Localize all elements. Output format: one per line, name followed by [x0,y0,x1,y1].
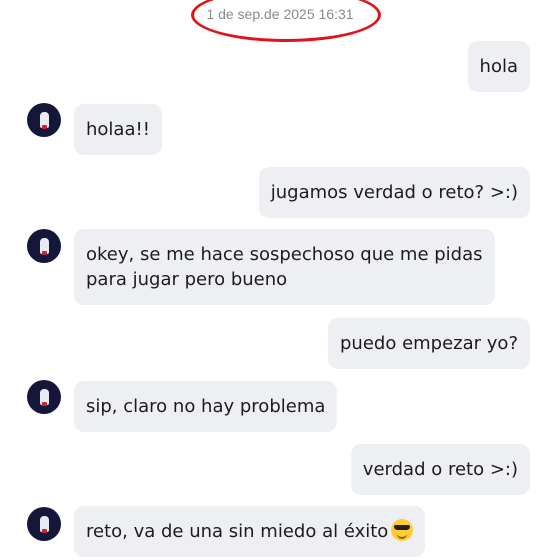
message-text-line: para jugar pero bueno [86,269,288,290]
message-text: puedo empezar yo? [340,333,518,354]
contact-avatar[interactable] [27,103,61,137]
contact-avatar[interactable] [27,229,61,263]
message-text: hola [479,56,518,77]
message-text: sip, claro no hay problema [86,396,326,417]
message-text: jugamos verdad o reto? >:) [270,182,518,203]
red-highlight-circle [191,0,381,42]
message-text: holaa!! [86,119,150,140]
contact-avatar[interactable] [27,380,61,414]
message-bubble-sent[interactable]: jugamos verdad o reto? >:) [258,167,530,218]
message-text: reto, va de una sin miedo al éxito [86,521,389,542]
message-bubble-sent[interactable]: puedo empezar yo? [328,318,530,369]
message-bubble-received[interactable]: okey, se me hace sospechoso que me pidas… [74,229,495,305]
message-bubble-received[interactable]: holaa!! [74,104,162,155]
contact-avatar[interactable] [27,507,61,541]
message-text-line: okey, se me hace sospechoso que me pidas [86,244,483,265]
message-bubble-received[interactable]: reto, va de una sin miedo al éxito [74,506,426,557]
message-text: verdad o reto >:) [362,459,518,480]
message-bubble-received[interactable]: sip, claro no hay problema [74,381,338,432]
sunglasses-emoji-icon [391,519,414,541]
message-bubble-sent[interactable]: verdad o reto >:) [350,444,530,495]
message-bubble-sent[interactable]: hola [467,41,530,92]
